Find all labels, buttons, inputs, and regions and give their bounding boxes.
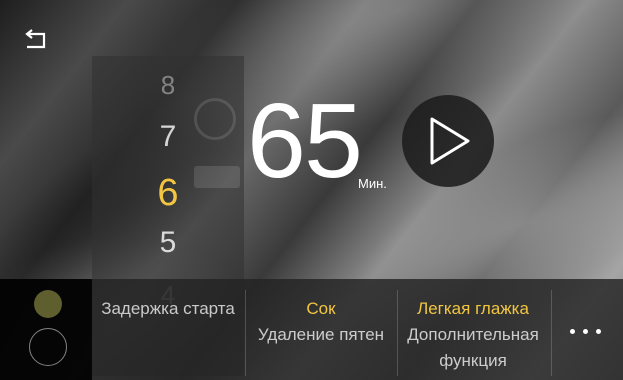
- time-unit: Мин.: [358, 176, 387, 191]
- option-value: Сок: [306, 299, 336, 318]
- washing-machine-screen: 8 7 6 5 4 65 Мин. Задержка старта Сок Уд…: [0, 0, 623, 380]
- option-label: Дополнительная функция: [407, 325, 539, 370]
- start-button[interactable]: [402, 95, 494, 187]
- wheel-number[interactable]: 5: [92, 228, 244, 258]
- remaining-time: 65: [247, 82, 363, 200]
- more-icon: [583, 329, 588, 334]
- option-delay-start[interactable]: Задержка старта: [92, 296, 244, 322]
- divider: [551, 290, 552, 376]
- more-button[interactable]: [560, 322, 610, 342]
- indicator-ring: [29, 328, 67, 366]
- more-icon: [570, 329, 575, 334]
- option-additional-function[interactable]: Легкая глажка Дополнительная функция: [397, 296, 549, 374]
- wheel-number[interactable]: 8: [92, 72, 244, 98]
- back-arrow-icon[interactable]: [24, 28, 50, 50]
- more-icon: [596, 329, 601, 334]
- option-value: Легкая глажка: [417, 299, 529, 318]
- option-label: Удаление пятен: [257, 325, 385, 344]
- option-stain-removal[interactable]: Сок Удаление пятен: [245, 296, 397, 348]
- play-icon: [430, 117, 470, 165]
- indicator-dot: [34, 290, 62, 318]
- program-icon: [194, 98, 236, 140]
- option-label: Задержка старта: [101, 299, 235, 318]
- program-icon-bar: [194, 166, 240, 188]
